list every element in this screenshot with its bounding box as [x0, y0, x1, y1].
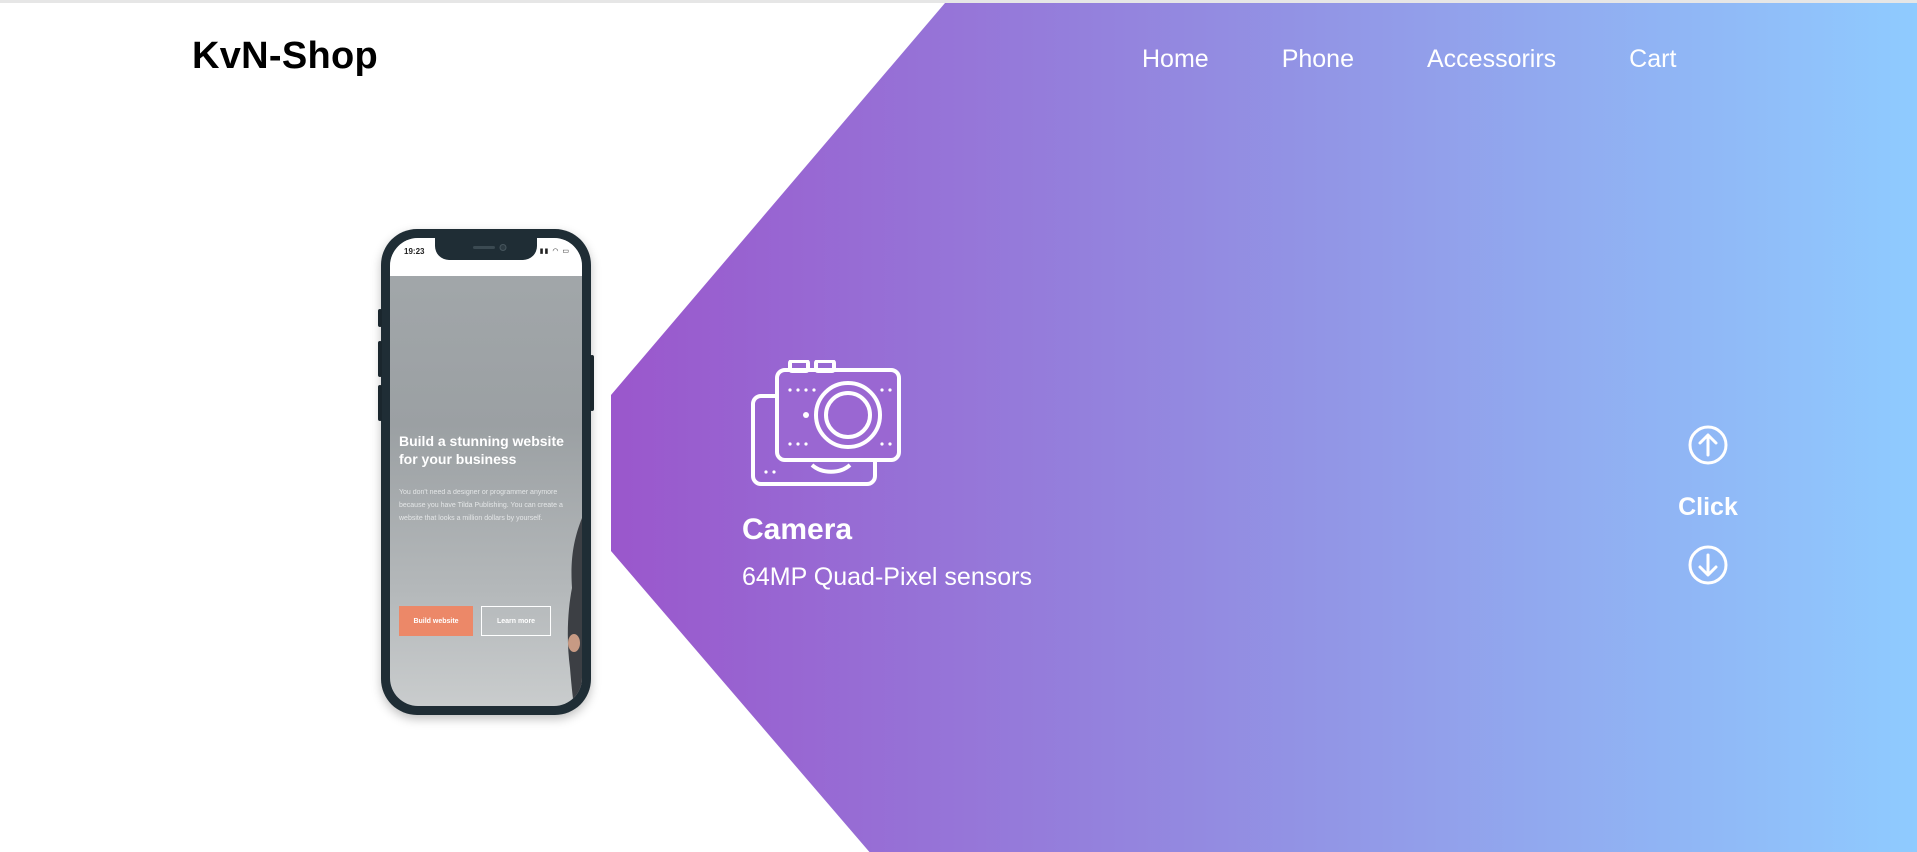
main-nav: Home Phone Accessorirs Cart: [1142, 45, 1676, 74]
site-logo[interactable]: KvN-Shop: [192, 35, 378, 78]
phone-notch: [435, 238, 537, 260]
page: KvN-Shop Home Phone Accessorirs Cart 19:…: [0, 0, 1917, 852]
arrow-down-circle-icon[interactable]: [1688, 545, 1728, 585]
phone-screen-person-image: [567, 518, 582, 706]
feature-title: Camera: [742, 513, 853, 546]
phone-mockup: 19:23 ▮▮ ◠ ▭ Build a stunning website fo…: [378, 229, 594, 715]
phone-learn-more-button: Learn more: [481, 606, 551, 636]
phone-mute-button: [378, 309, 382, 327]
phone-signal-battery-icon: ▮▮ ◠ ▭: [539, 248, 570, 255]
camera-icon: [751, 360, 901, 486]
phone-volume-down-button: [378, 385, 382, 421]
hero-gradient-background: [611, 3, 1917, 852]
phone-screen-body: You don't need a designer or programmer …: [399, 489, 563, 522]
click-label[interactable]: Click: [1672, 493, 1744, 522]
phone-screen-heading: Build a stunning website for your busine…: [399, 433, 564, 467]
nav-item-phone[interactable]: Phone: [1282, 45, 1354, 74]
arrow-up-circle-icon[interactable]: [1688, 425, 1728, 465]
phone-power-button: [590, 355, 594, 411]
feature-description: 64MP Quad-Pixel sensors: [742, 563, 1032, 591]
phone-volume-up-button: [378, 341, 382, 377]
nav-item-accessories[interactable]: Accessorirs: [1427, 45, 1556, 74]
nav-item-cart[interactable]: Cart: [1629, 45, 1676, 74]
phone-screen: 19:23 ▮▮ ◠ ▭ Build a stunning website fo…: [390, 238, 582, 706]
phone-speaker-camera-icon: [473, 244, 507, 251]
feature-scroll-control: Click: [1672, 423, 1744, 591]
nav-item-home[interactable]: Home: [1142, 45, 1209, 74]
phone-build-website-button: Build website: [399, 606, 473, 636]
phone-status-time: 19:23: [404, 247, 425, 256]
